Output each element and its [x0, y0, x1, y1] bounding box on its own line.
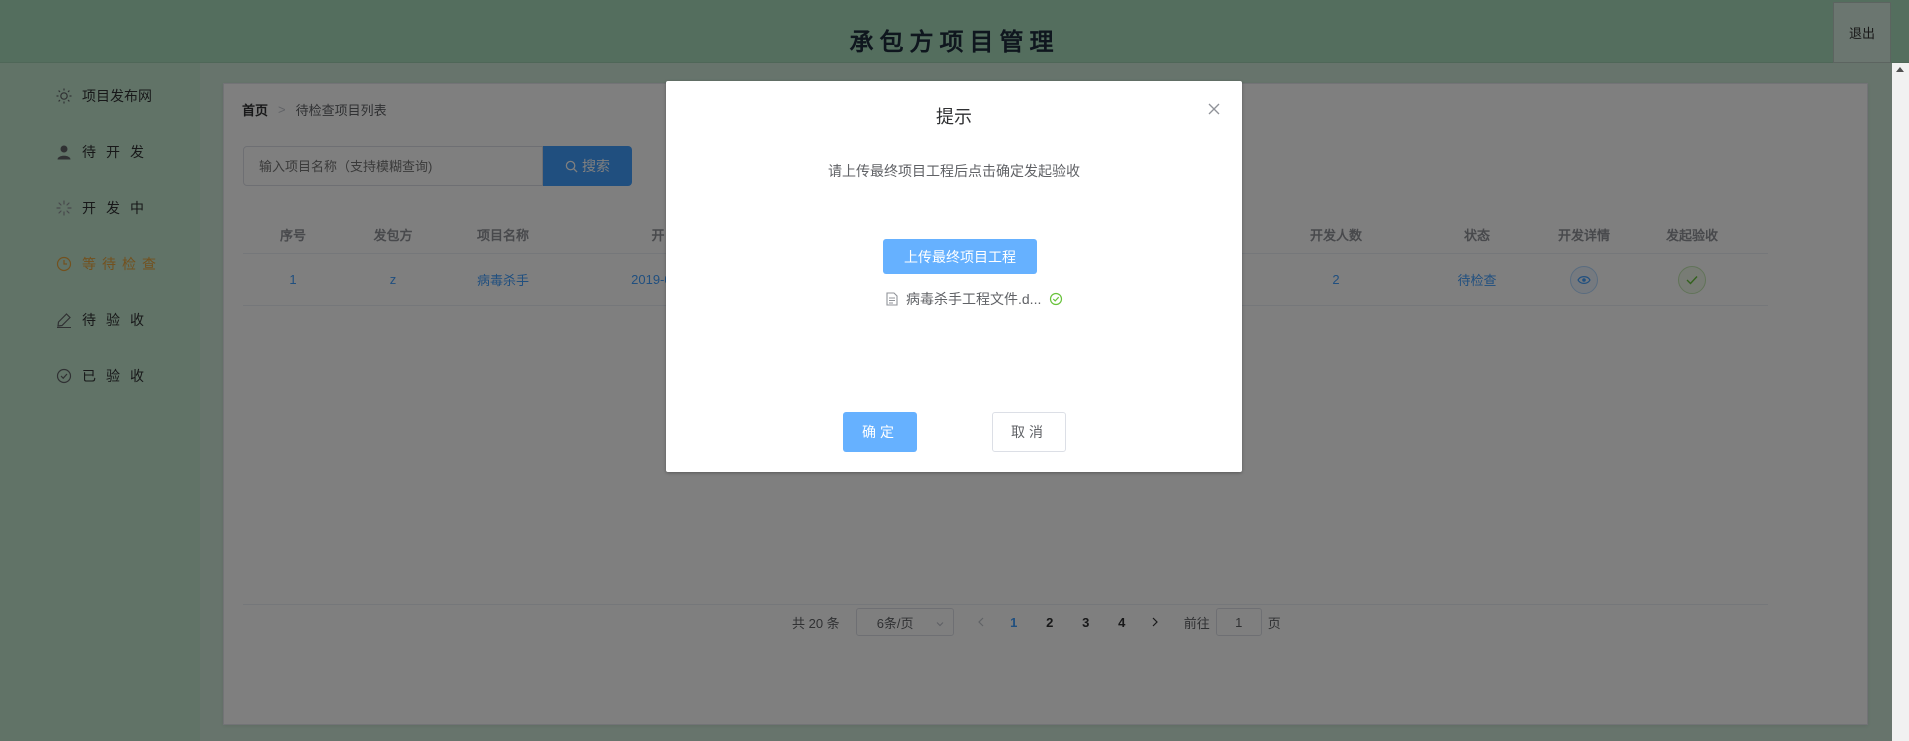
uploaded-file-name: 病毒杀手工程文件.d...: [906, 291, 1042, 307]
page-scrollbar[interactable]: [1892, 63, 1909, 741]
upload-final-project-button[interactable]: 上传最终项目工程: [883, 239, 1037, 274]
uploaded-file-item[interactable]: 病毒杀手工程文件.d...: [886, 288, 1086, 310]
document-icon: [886, 292, 898, 306]
success-check-icon: [1049, 292, 1063, 306]
confirm-button[interactable]: 确定: [843, 412, 917, 452]
cancel-button[interactable]: 取消: [992, 412, 1066, 452]
dialog-title: 提示: [936, 107, 972, 127]
scroll-up-icon[interactable]: [1896, 67, 1904, 72]
upload-dialog: 提示 请上传最终项目工程后点击确定发起验收 上传最终项目工程 病毒杀手工程文件.…: [666, 81, 1242, 472]
dialog-message: 请上传最终项目工程后点击确定发起验收: [828, 163, 1080, 179]
close-icon[interactable]: [1206, 101, 1222, 117]
